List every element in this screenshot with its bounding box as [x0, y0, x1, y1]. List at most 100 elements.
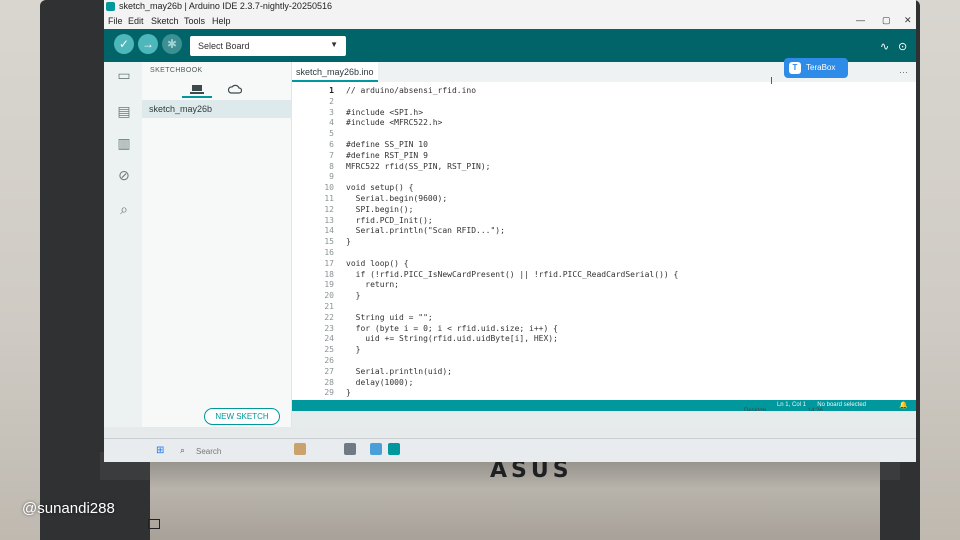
code-line[interactable]: 29} — [292, 388, 916, 400]
code-line[interactable]: 6 #define SS_PIN 10 — [292, 140, 916, 152]
windows-taskbar: ⊞ ⌕ Search — [104, 438, 916, 462]
code-line[interactable]: 26 — [292, 356, 916, 368]
code-text: Serial.begin(9600); — [346, 194, 448, 203]
debug-icon[interactable]: ⊘ — [115, 166, 133, 184]
taskbar-app-icon[interactable] — [370, 443, 382, 455]
debug-icon: ✱ — [166, 37, 178, 51]
sidebar-item-sketch[interactable]: sketch_may26b — [142, 100, 292, 118]
code-line[interactable]: 14 Serial.println("Scan RFID..."); — [292, 226, 916, 238]
code-line[interactable]: 10 void setup() { — [292, 183, 916, 195]
line-number: 10 — [324, 183, 334, 193]
line-number: 8 — [329, 161, 334, 171]
plotter-icon[interactable]: ∿ — [880, 40, 889, 53]
code-line[interactable]: 12 SPI.begin(); — [292, 205, 916, 217]
code-line[interactable]: 13 rfid.PCD_Init(); — [292, 216, 916, 228]
code-line[interactable]: 27 Serial.println(uid); — [292, 367, 916, 379]
boards-icon[interactable]: ▤ — [115, 102, 133, 120]
window-title: sketch_may26b | Arduino IDE 2.3.7-nightl… — [119, 1, 332, 11]
code-line[interactable]: 20 } — [292, 291, 916, 303]
code-line[interactable]: 7 #define RST_PIN 9 — [292, 151, 916, 163]
menu-file[interactable]: File — [108, 16, 123, 26]
monitor-icon[interactable]: ⊙ — [898, 40, 907, 53]
code-text: for (byte i = 0; i < rfid.uid.size; i++)… — [346, 323, 558, 333]
code-line[interactable]: 4 #include <MFRC522.h> — [292, 118, 916, 130]
line-number: 24 — [324, 334, 334, 344]
line-number: 29 — [324, 388, 334, 398]
output-panel — [292, 411, 916, 427]
line-number: 11 — [324, 194, 334, 203]
upload-button[interactable]: → — [138, 34, 158, 54]
code-line[interactable]: 17 void loop() { — [292, 259, 916, 271]
line-number: 9 — [329, 172, 334, 182]
sketchbook-sidebar: SKETCHBOOK sketch_may26b NEW SKETCH — [142, 62, 292, 438]
cloud-icon[interactable] — [228, 84, 242, 94]
library-icon[interactable]: ▥ — [115, 134, 133, 152]
arrow-right-icon: → — [142, 37, 154, 51]
code-line[interactable]: 11 Serial.begin(9600); — [292, 194, 916, 206]
minimize-button[interactable]: — — [856, 15, 865, 25]
code-text: Serial.println(uid); — [346, 366, 452, 376]
line-number: 18 — [324, 269, 334, 279]
debug-button[interactable]: ✱ — [162, 34, 182, 54]
sticker-mark — [148, 519, 160, 529]
tab-sketch-ino[interactable]: sketch_may26b.ino — [292, 62, 378, 82]
new-sketch-button[interactable]: NEW SKETCH — [204, 408, 280, 425]
code-line[interactable]: 3 #include <SPI.h> — [292, 108, 916, 120]
code-text: } — [346, 388, 351, 398]
windows-start-icon[interactable]: ⊞ — [156, 446, 166, 456]
arduino-app-icon — [106, 2, 115, 11]
maximize-button[interactable]: ▢ — [882, 15, 891, 26]
code-line[interactable]: 19 return; — [292, 280, 916, 292]
line-number: 3 — [329, 107, 334, 117]
menu-help[interactable]: Help — [212, 16, 231, 26]
code-line[interactable]: 9 — [292, 172, 916, 184]
taskbar-search[interactable]: ⌕ Search — [178, 443, 288, 459]
menu-edit[interactable]: Edit — [128, 16, 144, 26]
code-line[interactable]: 2 — [292, 97, 916, 109]
code-text: Serial.println("Scan RFID..."); — [346, 226, 505, 236]
taskbar-app-icon[interactable] — [344, 443, 356, 455]
more-options-icon[interactable]: ··· — [899, 67, 908, 77]
board-selector[interactable]: Select Board ▼ — [190, 36, 346, 56]
menu-sketch[interactable]: Sketch — [151, 16, 179, 26]
taskbar-app-icon[interactable] — [294, 443, 306, 455]
code-area[interactable]: 1 // arduino/absensi_rfid.ino 2 3 #include <… — [292, 82, 916, 408]
code-text: } — [346, 291, 361, 301]
taskbar-app-icon[interactable] — [388, 443, 400, 455]
code-line[interactable]: 25 } — [292, 345, 916, 357]
code-line[interactable]: 1 // arduino/absensi_rfid.ino — [292, 86, 916, 98]
notification-icon[interactable]: 🔔 — [899, 401, 908, 409]
line-number: 20 — [324, 291, 334, 301]
code-line[interactable]: 5 — [292, 129, 916, 141]
line-number: 13 — [324, 215, 334, 225]
line-number: 14 — [324, 226, 334, 236]
code-text: delay(1000); — [346, 377, 414, 387]
folder-icon[interactable]: ▭ — [115, 66, 133, 84]
code-text: rfid.PCD_Init(); — [346, 215, 433, 225]
line-number: 17 — [324, 258, 334, 268]
code-line[interactable]: 21 — [292, 302, 916, 314]
menu-tools[interactable]: Tools — [184, 16, 205, 26]
check-icon: ✓ — [118, 37, 130, 51]
sidebar-item-label: sketch_may26b — [149, 104, 213, 114]
terabox-widget[interactable]: T TeraBox — [784, 58, 848, 78]
line-number: 7 — [329, 150, 334, 160]
code-line[interactable]: 8 MFRC522 rfid(SS_PIN, RST_PIN); — [292, 162, 916, 174]
code-line[interactable]: 16 — [292, 248, 916, 260]
code-line[interactable]: 23 for (byte i = 0; i < rfid.uid.size; i… — [292, 324, 916, 336]
code-line[interactable]: 15} — [292, 237, 916, 249]
code-text: void loop() { — [346, 258, 409, 268]
line-number: 21 — [324, 302, 334, 311]
close-button[interactable]: ✕ — [904, 15, 912, 26]
code-line[interactable]: 28 delay(1000); — [292, 378, 916, 390]
code-line[interactable]: 18 if (!rfid.PICC_IsNewCardPresent() || … — [292, 270, 916, 282]
code-text: SPI.begin(); — [346, 204, 414, 214]
verify-button[interactable]: ✓ — [114, 34, 134, 54]
local-sketchbook-icon[interactable] — [190, 84, 204, 94]
window-titlebar: sketch_may26b | Arduino IDE 2.3.7-nightl… — [104, 0, 916, 13]
search-icon: ⌕ — [180, 445, 186, 455]
code-line[interactable]: 24 uid += String(rfid.uid.uidByte[i], HE… — [292, 334, 916, 346]
search-icon[interactable]: ⌕ — [115, 200, 133, 218]
code-line[interactable]: 22 String uid = ""; — [292, 313, 916, 325]
line-number: 22 — [324, 312, 334, 322]
